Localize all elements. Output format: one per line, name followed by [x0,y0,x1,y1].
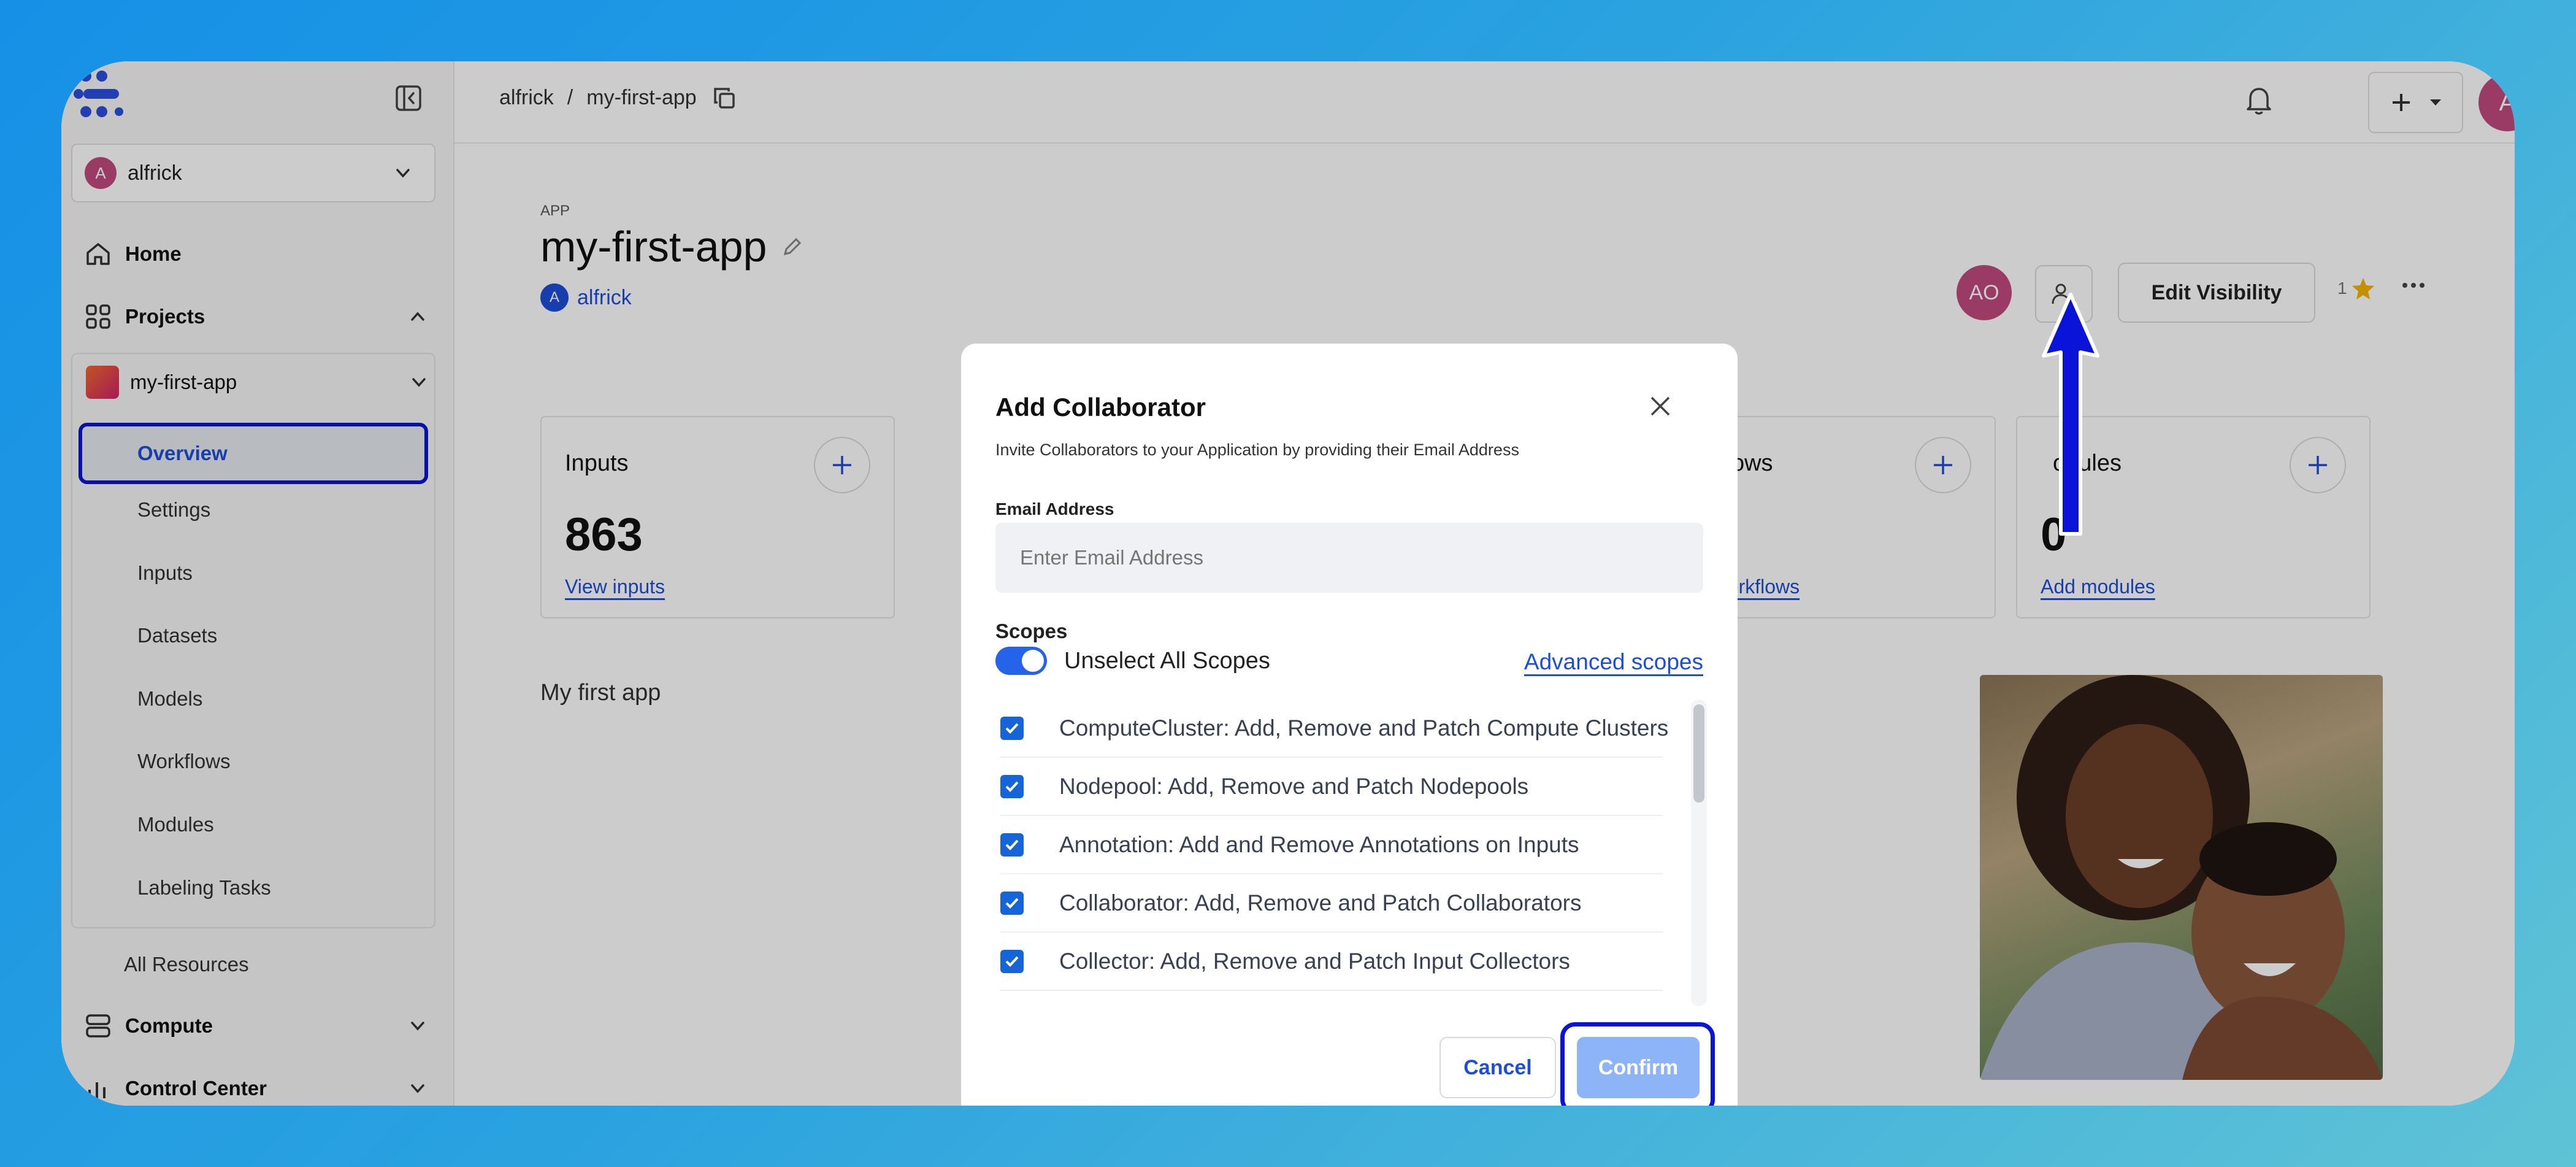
confirm-button[interactable]: Confirm [1577,1037,1700,1098]
toggle-knob [1022,650,1044,672]
scope-label: Collaborator: Add, Remove and Patch Coll… [1059,890,1582,915]
unselect-all-scopes-toggle[interactable] [995,647,1047,675]
dialog-subtitle: Invite Collaborators to your Application… [995,441,1519,459]
scope-row[interactable]: ComputeCluster: Add, Remove and Patch Co… [1000,699,1668,758]
app-window: A alfrick Home Projects my-first-app Ove… [61,61,2515,1106]
toggle-label: Unselect All Scopes [1064,648,1270,674]
scope-label: Nodepool: Add, Remove and Patch Nodepool… [1059,773,1529,799]
close-icon[interactable] [1648,394,1673,418]
checkbox-icon[interactable] [1000,774,1024,798]
scope-row[interactable]: Nodepool: Add, Remove and Patch Nodepool… [1000,758,1663,816]
advanced-scopes-link[interactable]: Advanced scopes [1524,649,1703,675]
scope-label: Collector: Add, Remove and Patch Input C… [1059,948,1570,974]
checkbox-icon[interactable] [1000,716,1024,740]
dialog-title: Add Collaborator [995,393,1206,422]
checkbox-icon[interactable] [1000,833,1024,857]
scope-row[interactable]: Annotation: Add and Remove Annotations o… [1000,816,1663,874]
scopes-label: Scopes [995,620,1068,642]
scope-row[interactable]: Collaborator: Add, Remove and Patch Coll… [1000,874,1663,933]
arrow-up-icon [2042,293,2099,536]
email-label: Email Address [995,499,1114,518]
scope-label: Annotation: Add and Remove Annotations o… [1059,831,1579,857]
scrollbar-thumb[interactable] [1693,704,1704,803]
scope-row[interactable]: Collector: Add, Remove and Patch Input C… [1000,933,1663,991]
scopes-list[interactable]: ComputeCluster: Add, Remove and Patch Co… [986,699,1709,1006]
checkbox-icon[interactable] [1000,891,1024,915]
checkbox-icon[interactable] [1000,949,1024,973]
scope-label: ComputeCluster: Add, Remove and Patch Co… [1059,715,1669,741]
cancel-button[interactable]: Cancel [1439,1037,1556,1098]
add-collaborator-dialog: Add Collaborator Invite Collaborators to… [961,344,1738,1106]
email-field[interactable] [995,523,1703,593]
